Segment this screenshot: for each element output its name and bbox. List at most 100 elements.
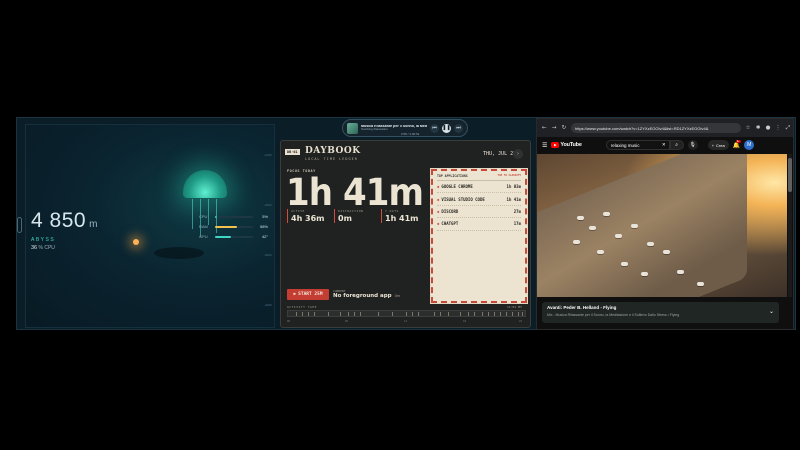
app-name-wrap: ◆ DISCORD	[437, 209, 458, 214]
skip-forward-icon[interactable]: ⏭	[454, 123, 463, 133]
focus-value: 1h 41m	[286, 171, 424, 214]
depth-number: 4 850	[31, 209, 87, 232]
date-picker-button[interactable]: ›	[513, 149, 523, 159]
tape-axis-label: 24	[519, 320, 523, 323]
youtube-logo[interactable]: ▶ YouTube	[551, 142, 582, 148]
star-icon[interactable]: ☆	[745, 125, 751, 131]
tape-tick	[448, 312, 449, 316]
tape-tick	[434, 312, 435, 316]
daybook-tag: DB·01	[285, 149, 300, 155]
jellyfish-graphic	[183, 170, 227, 198]
sheep	[663, 250, 670, 254]
create-button[interactable]: + Crea	[707, 140, 729, 150]
scrollbar[interactable]	[788, 154, 792, 297]
track-artist: Soothing Relaxation	[361, 127, 388, 132]
cpu-summary-unit: %	[38, 245, 43, 251]
search-query: relaxing music	[610, 142, 640, 148]
stat-value: 0m	[338, 214, 352, 223]
tape-tick	[348, 312, 349, 316]
depth-tick: -2000	[264, 203, 272, 207]
metric-value: 58%	[259, 224, 268, 229]
app-row[interactable]: ◆ GOOGLE CHROME 1h 03m	[437, 181, 521, 194]
tape-tick	[500, 312, 501, 316]
search-icon[interactable]: ⌕	[669, 140, 684, 150]
browser-window: ← → ↻ https://www.youtube.com/watch?v=1Z…	[536, 118, 794, 330]
notifications-bell-icon[interactable]: 🔔 9+	[733, 139, 741, 149]
bullet-icon: ◆	[437, 184, 440, 190]
sheep	[621, 262, 628, 266]
chevron-down-icon[interactable]: ⌄	[769, 308, 774, 315]
tape-tick	[340, 312, 341, 316]
abyss-widget: 4 850 m ABYSS 36 % CPU CPU 5% RAM 58% GPU…	[25, 124, 275, 328]
tape-tick	[314, 312, 315, 316]
screen: Musica Rilassante per il Sonno, la Medi.…	[0, 0, 800, 450]
sheep	[589, 226, 596, 230]
daybook-widget: DB·01 DAYBOOK LOCAL TIME LEDGER THU, JUL…	[280, 140, 531, 328]
forward-icon[interactable]: →	[551, 125, 557, 131]
youtube-search-input[interactable]: relaxing music ✕	[605, 140, 670, 150]
app-name: VISUAL STUDIO CODE	[441, 196, 485, 202]
metric-gpu: GPU 42°	[199, 234, 268, 239]
profile-icon[interactable]: ●	[765, 125, 771, 131]
app-name-wrap: ◆ VISUAL STUDIO CODE	[437, 197, 485, 202]
menu-icon[interactable]: ⋮	[775, 125, 781, 131]
metric-ram: RAM 58%	[199, 224, 268, 229]
app-name-wrap: ◆ CHATGPT	[437, 221, 458, 226]
metric-name: GPU	[199, 234, 208, 239]
tentacle	[208, 199, 209, 225]
sheep	[615, 234, 622, 238]
track-info: Musica Rilassante per il Sonno, la Medi.…	[361, 125, 427, 132]
tape-axis-label: 06	[345, 320, 349, 323]
video-player[interactable]	[537, 154, 787, 297]
tap-to-classify[interactable]: TAP TO CLASSIFY	[498, 174, 521, 178]
up-next-card[interactable]: Avanti: Peder B. Helland - Flying Mix - …	[542, 302, 779, 323]
left-edge-handle[interactable]	[17, 217, 22, 233]
extensions-icon[interactable]: ✱	[755, 125, 761, 131]
bullet-icon: ◆	[437, 221, 440, 227]
metric-name: CPU	[199, 214, 208, 219]
tape-axis-label: 12	[404, 320, 408, 323]
app-row[interactable]: ◆ DISCORD 27m	[437, 206, 521, 219]
avatar[interactable]: M	[744, 140, 755, 150]
youtube-play-icon: ▶	[551, 142, 560, 148]
skip-back-icon[interactable]: ⏮	[430, 123, 439, 133]
create-label: Crea	[716, 142, 725, 148]
tape-tick	[522, 312, 523, 316]
top-applications-title: TOP APPLICATIONS	[437, 174, 468, 178]
hamburger-menu-icon[interactable]: ☰	[542, 142, 547, 149]
bullet-icon: ◆	[437, 208, 440, 214]
app-row[interactable]: ◆ VISUAL STUDIO CODE 1h 41m	[437, 193, 521, 206]
current-app-name: No foreground app	[333, 293, 392, 299]
app-time: 1h 03m	[506, 184, 521, 190]
current-app: No foreground app 0m	[333, 293, 400, 299]
tape-tick	[360, 312, 361, 316]
tape-tick	[468, 312, 469, 316]
stat-label: ACTIVE	[291, 209, 305, 213]
activity-tape[interactable]	[287, 310, 526, 317]
app-row[interactable]: ◆ CHATGPT 17m	[437, 218, 521, 231]
tape-tick	[328, 312, 329, 316]
fullscreen-icon[interactable]: ⤢	[785, 125, 791, 132]
tape-tick	[354, 312, 355, 316]
tape-axis-label: 18	[463, 320, 467, 323]
sheep	[603, 212, 610, 216]
stat-value: 1h 41m	[385, 214, 419, 223]
mini-media-player[interactable]: Musica Rilassante per il Sonno, la Medi.…	[342, 119, 468, 137]
tape-tick	[308, 312, 309, 316]
start-focus-button[interactable]: ▶ START 25M	[287, 289, 329, 300]
activity-tape-label: ACTIVITY TAPE	[287, 305, 317, 309]
address-bar[interactable]: https://www.youtube.com/watch?v=1ZYXzEOO…	[571, 123, 741, 133]
sheep	[597, 250, 604, 254]
microphone-icon[interactable]: 🎙	[687, 140, 698, 150]
pause-icon[interactable]: ❚❚	[442, 123, 451, 133]
youtube-header: ☰ ▶ YouTube relaxing music ✕ ⌕ 🎙 + Crea 🔔 9…	[537, 137, 793, 153]
tape-tick	[302, 312, 303, 316]
scrollbar-thumb[interactable]	[788, 158, 792, 192]
up-next-title: Avanti: Peder B. Helland - Flying	[547, 305, 617, 310]
tape-tick	[506, 312, 507, 316]
clear-search-icon[interactable]: ✕	[662, 142, 666, 148]
reload-icon[interactable]: ↻	[561, 125, 567, 131]
back-icon[interactable]: ←	[541, 125, 547, 131]
tape-tick	[474, 312, 475, 316]
activity-tape-time: 11:04 PM	[507, 305, 522, 309]
